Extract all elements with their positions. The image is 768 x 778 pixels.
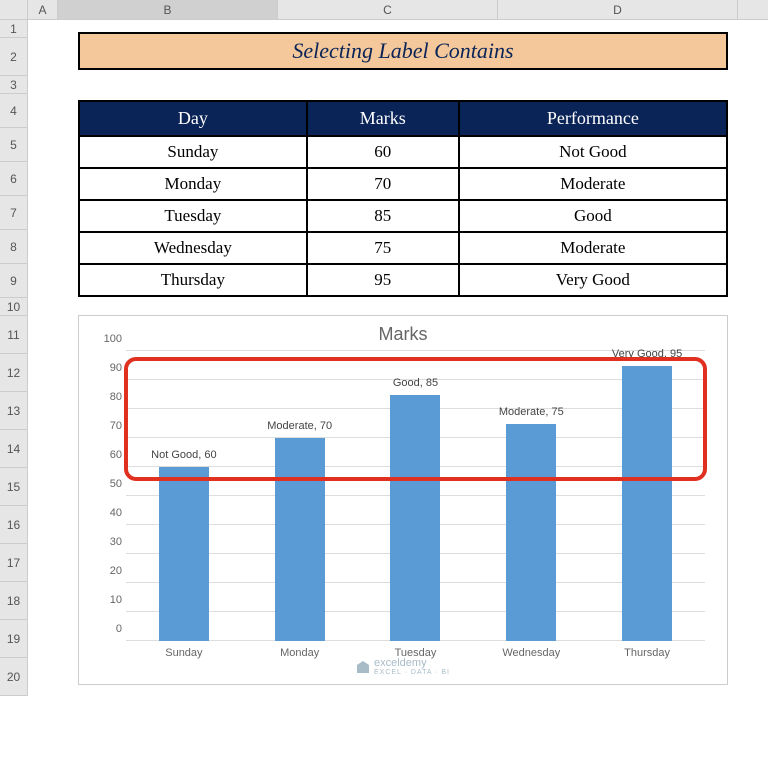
row-header-5[interactable]: 5 xyxy=(0,128,28,162)
col-header-c[interactable]: C xyxy=(278,0,498,19)
row-header-1[interactable]: 1 xyxy=(0,20,28,38)
row-header-16[interactable]: 16 xyxy=(0,506,28,544)
data-label[interactable]: Very Good, 95 xyxy=(612,348,682,360)
y-tick: 70 xyxy=(110,420,122,432)
y-tick: 50 xyxy=(110,478,122,490)
bars-group: Not Good, 60 Moderate, 70 Good, 85 Moderate… xyxy=(126,351,705,641)
data-label[interactable]: Moderate, 70 xyxy=(267,420,332,432)
cell-day[interactable]: Monday xyxy=(79,168,307,200)
row-header-10[interactable]: 10 xyxy=(0,298,28,316)
cell-marks[interactable]: 70 xyxy=(307,168,459,200)
bar[interactable]: Very Good, 95 xyxy=(622,366,672,642)
table-row[interactable]: Thursday95Very Good xyxy=(79,264,727,296)
bar-wrap: Good, 85 xyxy=(363,395,467,642)
x-label: Sunday xyxy=(132,647,236,659)
table-header-row: Day Marks Performance xyxy=(79,101,727,136)
table-row[interactable]: Wednesday75Moderate xyxy=(79,232,727,264)
cell-perf[interactable]: Moderate xyxy=(459,168,727,200)
cell-marks[interactable]: 95 xyxy=(307,264,459,296)
y-axis: 0102030405060708090100 xyxy=(94,351,124,641)
row-header-12[interactable]: 12 xyxy=(0,354,28,392)
data-table: Day Marks Performance Sunday60Not GoodMo… xyxy=(78,100,728,297)
chart-title: Marks xyxy=(91,324,715,345)
cell-marks[interactable]: 75 xyxy=(307,232,459,264)
watermark-icon xyxy=(356,660,370,674)
x-label: Monday xyxy=(248,647,352,659)
row-header-8[interactable]: 8 xyxy=(0,230,28,264)
row-header-9[interactable]: 9 xyxy=(0,264,28,298)
bar[interactable]: Moderate, 75 xyxy=(506,424,556,642)
row-header-11[interactable]: 11 xyxy=(0,316,28,354)
cell-day[interactable]: Tuesday xyxy=(79,200,307,232)
y-tick: 30 xyxy=(110,536,122,548)
cell-day[interactable]: Thursday xyxy=(79,264,307,296)
row-header-14[interactable]: 14 xyxy=(0,430,28,468)
cell-marks[interactable]: 60 xyxy=(307,136,459,168)
y-tick: 40 xyxy=(110,507,122,519)
row-headers: 1234567891011121314151617181920 xyxy=(0,20,28,696)
header-day[interactable]: Day xyxy=(79,101,307,136)
bar-wrap: Not Good, 60 xyxy=(132,467,236,641)
data-label[interactable]: Not Good, 60 xyxy=(151,449,216,461)
row-header-6[interactable]: 6 xyxy=(0,162,28,196)
col-header-b[interactable]: B xyxy=(58,0,278,19)
cell-day[interactable]: Wednesday xyxy=(79,232,307,264)
row-header-3[interactable]: 3 xyxy=(0,76,28,94)
y-tick: 0 xyxy=(116,623,122,635)
y-tick: 10 xyxy=(110,594,122,606)
cell-perf[interactable]: Very Good xyxy=(459,264,727,296)
col-header-d[interactable]: D xyxy=(498,0,738,19)
row-header-4[interactable]: 4 xyxy=(0,94,28,128)
worksheet-grid[interactable]: Selecting Label Contains Day Marks Perfo… xyxy=(28,20,748,685)
bar[interactable]: Good, 85 xyxy=(390,395,440,642)
bar[interactable]: Not Good, 60 xyxy=(159,467,209,641)
row-header-17[interactable]: 17 xyxy=(0,544,28,582)
chart-plot-area: 0102030405060708090100 Not Good, 60Moder… xyxy=(126,351,705,641)
data-label[interactable]: Moderate, 75 xyxy=(499,406,564,418)
row-header-20[interactable]: 20 xyxy=(0,658,28,696)
row-header-18[interactable]: 18 xyxy=(0,582,28,620)
bar-wrap: Very Good, 95 xyxy=(595,366,699,642)
watermark: exceldemy EXCEL · DATA · BI xyxy=(356,657,450,676)
x-label: Wednesday xyxy=(479,647,583,659)
y-tick: 20 xyxy=(110,565,122,577)
chart-container[interactable]: Marks 0102030405060708090100 Not Good, 6… xyxy=(78,315,728,685)
cell-perf[interactable]: Not Good xyxy=(459,136,727,168)
cell-marks[interactable]: 85 xyxy=(307,200,459,232)
row-header-13[interactable]: 13 xyxy=(0,392,28,430)
x-label: Thursday xyxy=(595,647,699,659)
bar[interactable]: Moderate, 70 xyxy=(275,438,325,641)
select-all-corner[interactable] xyxy=(0,0,28,19)
y-tick: 60 xyxy=(110,449,122,461)
table-row[interactable]: Sunday60Not Good xyxy=(79,136,727,168)
data-label[interactable]: Good, 85 xyxy=(393,377,438,389)
y-tick: 100 xyxy=(104,333,122,345)
row-header-2[interactable]: 2 xyxy=(0,38,28,76)
y-tick: 80 xyxy=(110,391,122,403)
bar-wrap: Moderate, 70 xyxy=(248,438,352,641)
table-row[interactable]: Monday70Moderate xyxy=(79,168,727,200)
page-title: Selecting Label Contains xyxy=(78,32,728,70)
row-header-19[interactable]: 19 xyxy=(0,620,28,658)
table-row[interactable]: Tuesday85Good xyxy=(79,200,727,232)
y-tick: 90 xyxy=(110,362,122,374)
cell-perf[interactable]: Good xyxy=(459,200,727,232)
header-performance[interactable]: Performance xyxy=(459,101,727,136)
row-header-7[interactable]: 7 xyxy=(0,196,28,230)
row-header-15[interactable]: 15 xyxy=(0,468,28,506)
cell-day[interactable]: Sunday xyxy=(79,136,307,168)
col-header-a[interactable]: A xyxy=(28,0,58,19)
bar-wrap: Moderate, 75 xyxy=(479,424,583,642)
column-headers: A B C D xyxy=(0,0,768,20)
cell-perf[interactable]: Moderate xyxy=(459,232,727,264)
header-marks[interactable]: Marks xyxy=(307,101,459,136)
